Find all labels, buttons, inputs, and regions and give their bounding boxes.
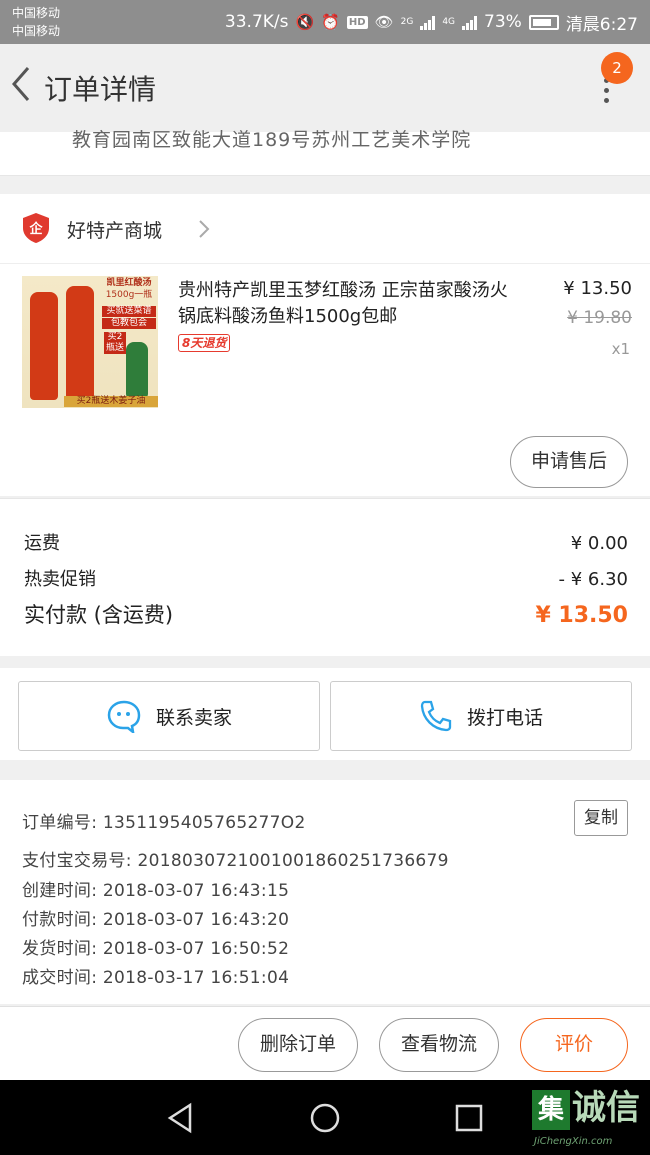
shipping-fee-label: 运费 (24, 533, 60, 554)
order-info: 订单编号: 1351195405765277O2 复制 支付宝交易号: 2018… (0, 780, 650, 1004)
cost-summary: 运费 ¥ 0.00 热卖促销 - ¥ 6.30 实付款 (含运费) ¥ 13.5… (0, 498, 650, 656)
delete-order-button[interactable]: 删除订单 (238, 1018, 358, 1072)
order-number: 订单编号: 1351195405765277O2 (22, 813, 306, 833)
paid-time: 付款时间: 2018-03-07 16:43:20 (22, 910, 290, 930)
promotion-row: 热卖促销 - ¥ 6.30 (24, 565, 628, 591)
watermark-url: JiChengXin.com (534, 1136, 613, 1147)
chat-bubble-icon (107, 700, 141, 733)
total-paid-label: 实付款 (含运费) (24, 603, 174, 627)
carrier-label-2: 中国移动 (12, 24, 61, 38)
copy-button[interactable]: 复制 (574, 800, 628, 836)
contact-seller-label: 联系卖家 (155, 706, 232, 729)
product-bottle-2 (66, 286, 94, 400)
product-title[interactable]: 贵州特产凯里玉梦红酸汤 正宗苗家酸汤火锅底料酸汤鱼料1500g包邮 (178, 278, 518, 330)
shipped-time: 发货时间: 2018-03-07 16:50:52 (22, 939, 290, 959)
order-action-bar: 删除订单 查看物流 评价 (0, 1006, 650, 1080)
product-bottle-3 (126, 342, 148, 398)
image-label-3: 买就送菜谱 (102, 306, 156, 317)
mute-icon: 🔇 (295, 13, 315, 31)
system-home-icon[interactable] (308, 1101, 342, 1135)
shop-badge-icon: 企 (23, 213, 49, 243)
review-button[interactable]: 评价 (520, 1018, 628, 1072)
contact-section: 联系卖家 拨打电话 (0, 668, 650, 760)
chevron-right-icon (199, 220, 210, 238)
page-title: 订单详情 (44, 73, 157, 106)
return-policy-badge: 8天退货 (178, 334, 231, 352)
battery-percent: 73% (484, 12, 522, 32)
watermark-logo: 集 (532, 1090, 570, 1130)
clock: 清晨6:27 (565, 14, 638, 35)
watermark: 集 诚信 JiChengXin.com (532, 1084, 650, 1155)
after-sale-button[interactable]: 申请售后 (510, 436, 628, 488)
navigation-bar: 订单详情 2 (0, 44, 650, 132)
status-indicators: 33.7K/s 🔇 ⏰ HD 👁 2G 4G 73% 清晨6:27 (225, 0, 638, 44)
product-bottle-1 (30, 292, 58, 400)
shipping-fee-value: ¥ 0.00 (570, 533, 628, 554)
shipping-address: 教育园南区致能大道189号苏州工艺美术学院 (72, 129, 472, 151)
battery-icon (528, 14, 559, 30)
back-arrow-icon[interactable] (6, 62, 46, 102)
shipping-fee-row: 运费 ¥ 0.00 (24, 529, 628, 555)
system-back-icon[interactable] (164, 1102, 196, 1134)
image-label-5: 买2瓶送 (104, 332, 126, 354)
shop-row[interactable]: 企 好特产商城 (0, 194, 650, 264)
notification-badge: 2 (601, 52, 633, 84)
network-type-1: 2G (400, 17, 414, 27)
watermark-text: 诚信 (572, 1088, 640, 1128)
hd-icon: HD (346, 15, 368, 29)
product-price: ¥ 13.50 (563, 278, 632, 299)
shop-badge-letter: 企 (28, 221, 43, 237)
network-type-2: 4G (442, 17, 456, 27)
contact-seller-button[interactable]: 联系卖家 (18, 681, 320, 751)
order-item-card: 企 好特产商城 凯里红酸汤 1500g一瓶 买就送菜谱 包教包会 买2瓶送 买2… (0, 194, 650, 496)
product-image[interactable]: 凯里红酸汤 1500g一瓶 买就送菜谱 包教包会 买2瓶送 买2瓶送木姜子油 (22, 276, 158, 408)
status-bar: 中国移动 中国移动 33.7K/s 🔇 ⏰ HD 👁 2G 4G 73% 清晨6… (0, 0, 650, 44)
phone-icon (420, 700, 452, 732)
alipay-transaction-number: 支付宝交易号: 2018030721001001860251736679 (22, 851, 449, 871)
image-label-1: 凯里红酸汤 (106, 278, 152, 288)
image-label-2: 1500g一瓶 (105, 290, 153, 300)
product-original-price: ¥ 19.80 (567, 308, 632, 328)
shop-name: 好特产商城 (67, 220, 163, 242)
carrier-label-1: 中国移动 (12, 6, 61, 20)
system-recent-apps-icon[interactable] (455, 1104, 483, 1132)
signal-icon-1 (420, 15, 436, 30)
shipping-address-card: 教育园南区致能大道189号苏州工艺美术学院 (0, 129, 650, 176)
image-label-6: 买2瓶送木姜子油 (64, 396, 158, 407)
signal-icon-2 (462, 15, 478, 30)
call-phone-label: 拨打电话 (466, 706, 543, 729)
total-paid-value: ¥ 13.50 (535, 603, 628, 628)
view-logistics-button[interactable]: 查看物流 (379, 1018, 499, 1072)
network-speed: 33.7K/s (224, 12, 289, 32)
created-time: 创建时间: 2018-03-07 16:43:15 (22, 881, 290, 901)
promotion-label: 热卖促销 (24, 569, 96, 590)
eye-icon: 👁 (374, 13, 394, 31)
product-quantity: x1 (611, 340, 630, 358)
call-phone-button[interactable]: 拨打电话 (330, 681, 632, 751)
image-label-4: 包教包会 (102, 318, 156, 329)
promotion-value: - ¥ 6.30 (558, 569, 628, 590)
completed-time: 成交时间: 2018-03-17 16:51:04 (22, 968, 290, 988)
total-paid-row: 实付款 (含运费) ¥ 13.50 (24, 599, 628, 629)
alarm-icon: ⏰ (321, 13, 340, 31)
